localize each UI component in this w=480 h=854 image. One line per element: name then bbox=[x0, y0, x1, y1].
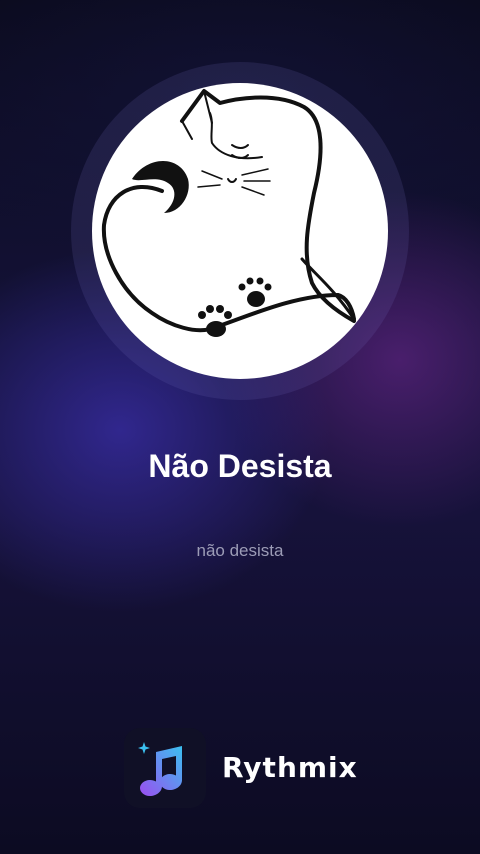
music-note-logo-icon bbox=[124, 728, 206, 808]
song-subtitle: não desista bbox=[196, 541, 284, 560]
album-art bbox=[92, 83, 388, 379]
player-screen: Não Desista não desista Rythmix bbox=[0, 0, 480, 854]
song-title: Não Desista bbox=[148, 448, 332, 484]
app-name: Rythmix bbox=[222, 751, 358, 784]
brand-footer: Rythmix bbox=[124, 728, 364, 808]
cat-heart-drawing-icon bbox=[101, 89, 356, 337]
